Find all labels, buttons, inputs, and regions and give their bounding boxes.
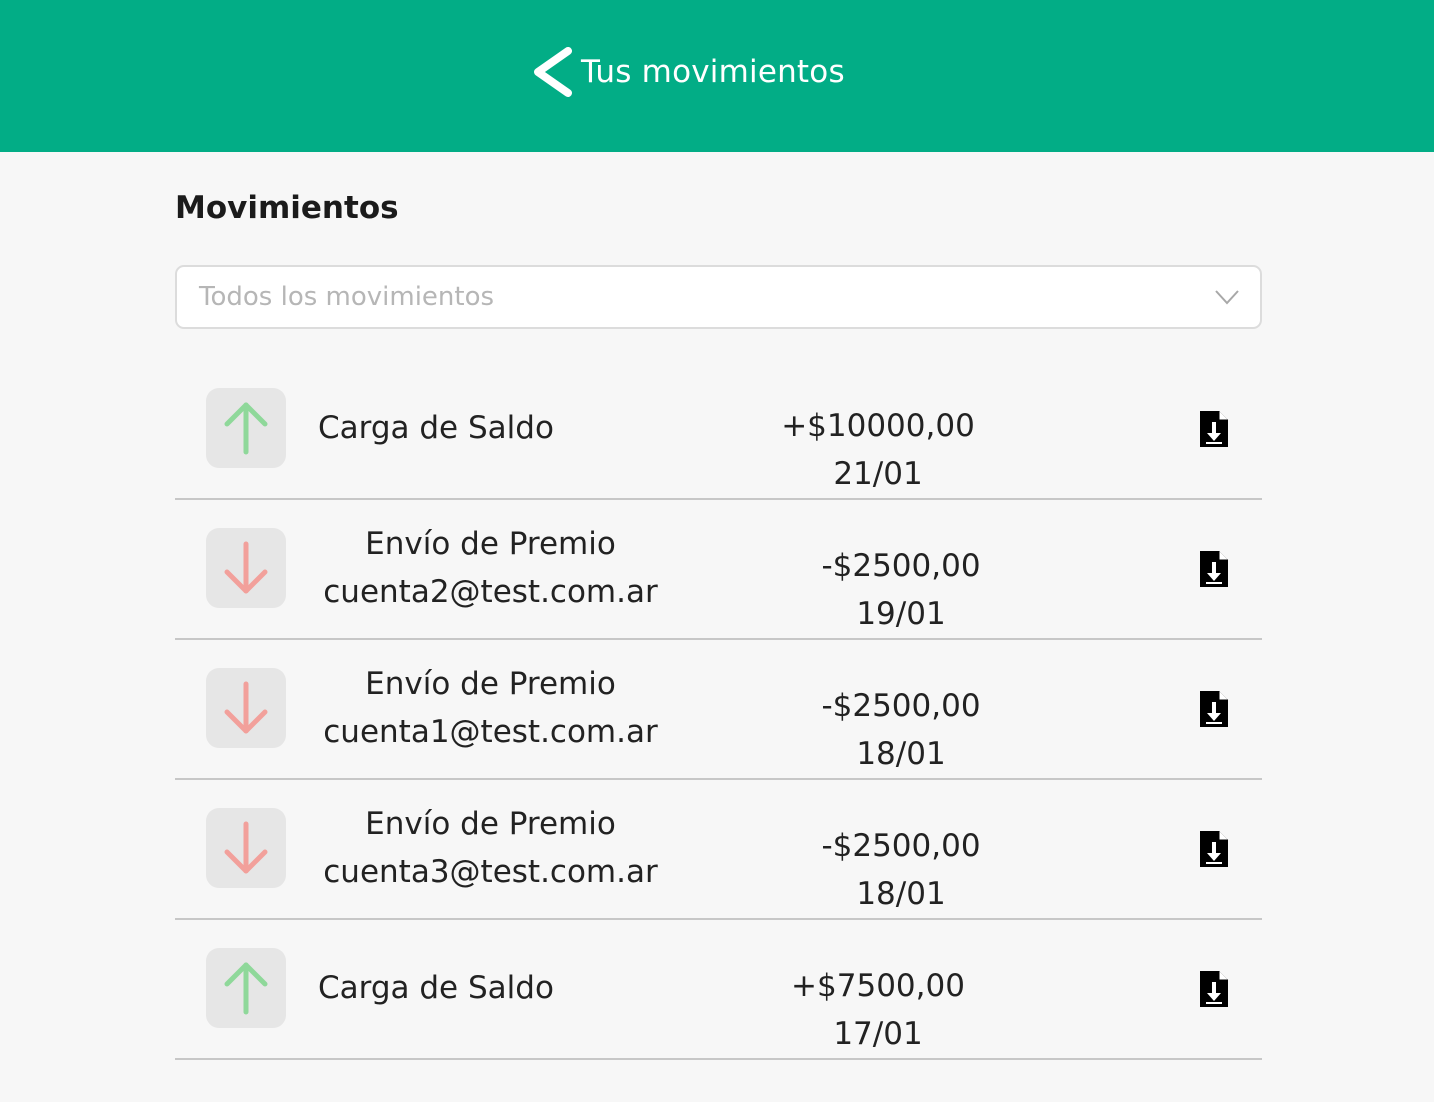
filter-placeholder: Todos los movimientos — [199, 282, 495, 312]
movements-filter-select[interactable]: Todos los movimientos — [175, 265, 1262, 329]
movement-amount: -$2500,00 — [821, 688, 981, 724]
movement-row: Envío de Premio cuenta2@test.com.ar -$25… — [175, 500, 1262, 640]
movement-amount: -$2500,00 — [821, 828, 981, 864]
file-download-icon — [1200, 971, 1228, 1007]
movement-type: Carga de Saldo — [318, 970, 554, 1006]
movement-amount: +$10000,00 — [781, 408, 975, 444]
download-receipt-button[interactable] — [1200, 551, 1228, 587]
movement-amount-date: -$2500,00 18/01 — [771, 822, 1031, 918]
movement-amount-date: -$2500,00 19/01 — [771, 542, 1031, 638]
incoming-indicator — [206, 388, 286, 468]
movement-date: 21/01 — [833, 456, 923, 492]
page-title: Tus movimientos — [581, 54, 845, 90]
arrow-down-icon — [224, 681, 268, 734]
movement-type: Carga de Saldo — [318, 410, 554, 446]
movement-account: cuenta1@test.com.ar — [323, 714, 658, 750]
movement-amount-date: -$2500,00 18/01 — [771, 682, 1031, 778]
download-receipt-button[interactable] — [1200, 411, 1228, 447]
movement-description: Envío de Premio cuenta2@test.com.ar — [318, 520, 663, 616]
app-header: Tus movimientos — [0, 0, 1434, 152]
arrow-down-icon — [224, 541, 268, 594]
arrow-up-icon — [224, 402, 268, 455]
movement-row: Envío de Premio cuenta3@test.com.ar -$25… — [175, 780, 1262, 920]
outgoing-indicator — [206, 668, 286, 748]
outgoing-indicator — [206, 808, 286, 888]
movement-type: Envío de Premio — [365, 666, 616, 702]
file-download-icon — [1200, 691, 1228, 727]
movement-description: Envío de Premio cuenta3@test.com.ar — [318, 800, 663, 896]
incoming-indicator — [206, 948, 286, 1028]
movement-amount: -$2500,00 — [821, 548, 981, 584]
download-receipt-button[interactable] — [1200, 691, 1228, 727]
file-download-icon — [1200, 831, 1228, 867]
arrow-up-icon — [224, 962, 268, 1015]
movement-description: Envío de Premio cuenta1@test.com.ar — [318, 660, 663, 756]
movement-amount-date: +$10000,00 21/01 — [748, 402, 1008, 498]
movement-row: Carga de Saldo +$10000,00 21/01 — [175, 360, 1262, 500]
download-receipt-button[interactable] — [1200, 971, 1228, 1007]
movement-date: 17/01 — [833, 1016, 923, 1052]
arrow-down-icon — [224, 821, 268, 874]
movement-account: cuenta3@test.com.ar — [323, 854, 658, 890]
chevron-down-icon — [1215, 290, 1239, 305]
section-title: Movimientos — [175, 190, 399, 226]
movement-row: Envío de Premio cuenta1@test.com.ar -$25… — [175, 640, 1262, 780]
movement-date: 18/01 — [856, 736, 946, 772]
file-download-icon — [1200, 551, 1228, 587]
movement-amount: +$7500,00 — [791, 968, 965, 1004]
file-download-icon — [1200, 411, 1228, 447]
movement-date: 19/01 — [856, 596, 946, 632]
movement-type: Envío de Premio — [365, 526, 616, 562]
movement-amount-date: +$7500,00 17/01 — [748, 962, 1008, 1058]
movement-row: Carga de Saldo +$7500,00 17/01 — [175, 920, 1262, 1060]
movement-type: Envío de Premio — [365, 806, 616, 842]
chevron-left-icon — [534, 47, 572, 97]
download-receipt-button[interactable] — [1200, 831, 1228, 867]
movement-date: 18/01 — [856, 876, 946, 912]
movement-account: cuenta2@test.com.ar — [323, 574, 658, 610]
outgoing-indicator — [206, 528, 286, 608]
back-button[interactable] — [528, 46, 578, 98]
